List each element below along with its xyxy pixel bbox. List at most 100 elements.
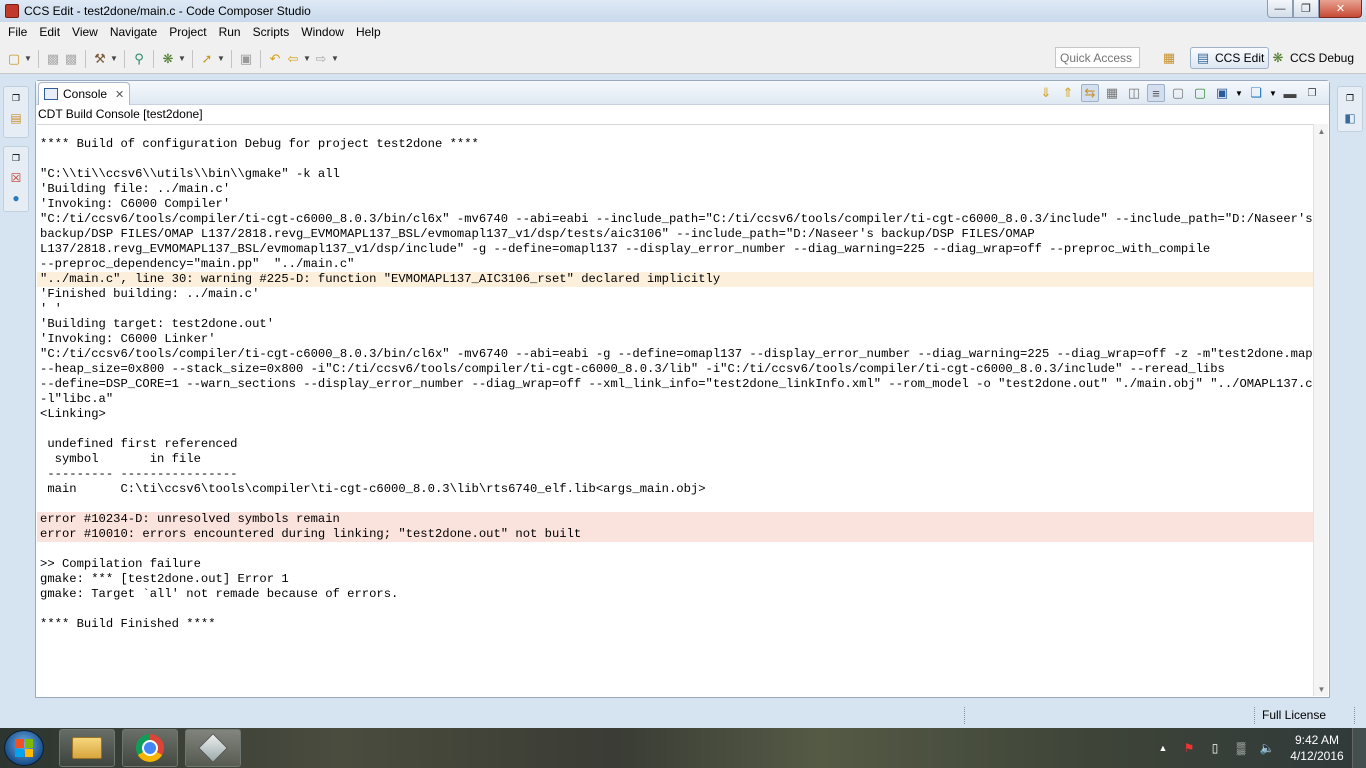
clock-date: 4/12/2016 <box>1290 749 1344 763</box>
back-arrow-icon[interactable]: ⇦ <box>285 51 301 67</box>
flash-icon[interactable]: ➚ <box>199 51 215 67</box>
volume-icon[interactable]: 🔈 <box>1259 740 1275 756</box>
globe-icon[interactable]: ● <box>8 190 24 206</box>
console-lines: **** Build of configuration Debug for pr… <box>37 137 1314 632</box>
scroll-up-icon[interactable]: ⇑ <box>1059 84 1077 102</box>
restore-icon[interactable]: ❐ <box>8 150 24 166</box>
toolbar-separator <box>124 50 125 68</box>
project-explorer-icon[interactable]: ▤ <box>8 110 24 126</box>
console-line: --heap_size=0x800 --stack_size=0x800 -i"… <box>40 362 1225 376</box>
save-all-icon[interactable]: ▩ <box>63 51 79 67</box>
console-line: "C:\\ti\\ccsv6\\utils\\bin\\gmake" -k al… <box>40 167 340 181</box>
taskbar-chrome-button[interactable] <box>122 729 178 767</box>
taskbar-clock[interactable]: 9:42 AM 4/12/2016 <box>1286 732 1348 764</box>
status-separator <box>1354 707 1356 724</box>
menu-scripts[interactable]: Scripts <box>247 22 296 42</box>
menu-navigate[interactable]: Navigate <box>104 22 163 42</box>
show-hidden-icons-icon[interactable]: ▲ <box>1155 740 1171 756</box>
save-icon[interactable]: ▩ <box>45 51 61 67</box>
ccs-app-icon[interactable] <box>5 4 19 18</box>
minimized-stack: ❐ ☒ ● <box>3 146 29 212</box>
toolbar-separator <box>192 50 193 68</box>
toggle-mark-icon[interactable]: ▣ <box>238 51 254 67</box>
display-console-icon[interactable]: ▣ <box>1213 84 1231 102</box>
perspective-ccs-edit[interactable]: ▤ CCS Edit <box>1190 47 1270 69</box>
new-dropdown-icon[interactable]: ▼ <box>24 51 32 67</box>
new-icon[interactable]: ▢ <box>6 51 22 67</box>
quick-access-input[interactable] <box>1055 47 1140 68</box>
minimize-view-icon[interactable]: ▬ <box>1281 84 1299 102</box>
flash-dropdown-icon[interactable]: ▼ <box>217 51 225 67</box>
build-dropdown-icon[interactable]: ▼ <box>110 51 118 67</box>
console-view: Console ✕ ⇓ ⇑ ⇆ ▦ ◫ ≡ ▢ ▢ ▣ ▼ ❏ ▼ ▬ ❐ CD… <box>35 80 1330 698</box>
console-line: **** Build Finished **** <box>40 617 216 631</box>
taskbar-explorer-button[interactable] <box>59 729 115 767</box>
console-line: "C:/ti/ccsv6/tools/compiler/ti-cgt-c6000… <box>40 347 1314 361</box>
open-console-icon[interactable]: ❏ <box>1247 84 1265 102</box>
menu-view[interactable]: View <box>66 22 104 42</box>
open-perspective-icon: ▦ <box>1162 50 1176 65</box>
toolbar-separator <box>38 50 39 68</box>
console-line: 'Invoking: C6000 Compiler' <box>40 197 231 211</box>
build-hammer-icon[interactable]: ⚒ <box>92 51 108 67</box>
menu-file[interactable]: File <box>2 22 33 42</box>
menu-window[interactable]: Window <box>295 22 350 42</box>
restore-icon[interactable]: ❐ <box>1342 90 1358 106</box>
start-button[interactable] <box>4 730 44 766</box>
outline-icon[interactable]: ◧ <box>1342 110 1358 126</box>
tab-console[interactable]: Console ✕ <box>38 82 130 105</box>
menu-edit[interactable]: Edit <box>33 22 66 42</box>
status-bar: Full License <box>0 704 1366 728</box>
console-toolbar: ⇓ ⇑ ⇆ ▦ ◫ ≡ ▢ ▢ ▣ ▼ ❏ ▼ ▬ ❐ <box>1037 84 1321 102</box>
maximize-view-icon[interactable]: ❐ <box>1303 84 1321 102</box>
restore-icon[interactable]: ❐ <box>8 90 24 106</box>
forward-dropdown-icon[interactable]: ▼ <box>331 51 339 67</box>
scroll-down-icon[interactable]: ⇓ <box>1037 84 1055 102</box>
folder-icon <box>72 737 102 759</box>
debug-dropdown-icon[interactable]: ▼ <box>178 51 186 67</box>
search-icon[interactable]: ⚲ <box>131 51 147 67</box>
display-console-dropdown-icon[interactable]: ▼ <box>1235 84 1243 102</box>
show-desktop-button[interactable] <box>1352 728 1366 768</box>
pin-console-icon[interactable]: ▢ <box>1191 84 1209 102</box>
menu-run[interactable]: Run <box>213 22 247 42</box>
console-line: gmake: *** [test2done.out] Error 1 <box>40 572 289 586</box>
scroll-lock-icon[interactable]: ▦ <box>1103 84 1121 102</box>
minimize-button[interactable]: — <box>1267 0 1293 18</box>
scroll-down-arrow-icon[interactable]: ▼ <box>1314 682 1329 696</box>
link-icon[interactable]: ⇆ <box>1081 84 1099 102</box>
console-line: "C:/ti/ccsv6/tools/compiler/ti-cgt-c6000… <box>40 212 1313 226</box>
menu-help[interactable]: Help <box>350 22 387 42</box>
windows-logo-icon <box>15 739 33 757</box>
console-line: ' ' <box>40 302 62 316</box>
network-signal-icon[interactable]: ▒ <box>1233 740 1249 756</box>
console-line: undefined first referenced <box>40 437 238 451</box>
open-perspective-button[interactable]: ▦ <box>1157 47 1185 69</box>
perspective-label: CCS Edit <box>1215 51 1265 65</box>
menu-project[interactable]: Project <box>163 22 212 42</box>
close-button[interactable]: ✕ <box>1319 0 1362 18</box>
clear-console-icon[interactable]: ▢ <box>1169 84 1187 102</box>
scroll-up-arrow-icon[interactable]: ▲ <box>1314 124 1329 138</box>
debug-bug-icon[interactable]: ❋ <box>160 51 176 67</box>
open-console-dropdown-icon[interactable]: ▼ <box>1269 84 1277 102</box>
vertical-scrollbar[interactable]: ▲ ▼ <box>1313 124 1328 696</box>
taskbar-ccs-button[interactable] <box>185 729 241 767</box>
toolbar-separator <box>85 50 86 68</box>
console-output[interactable]: **** Build of configuration Debug for pr… <box>37 124 1314 696</box>
problems-icon[interactable]: ☒ <box>8 170 24 186</box>
close-icon[interactable]: ✕ <box>115 88 124 101</box>
toolbar-separator <box>260 50 261 68</box>
windows-taskbar: ▲ ⚑ ▯ ▒ 🔈 9:42 AM 4/12/2016 <box>0 728 1366 768</box>
maximize-button[interactable]: ❐ <box>1293 0 1319 18</box>
perspective-ccs-debug[interactable]: ❋ CCS Debug <box>1266 47 1358 69</box>
last-edit-icon[interactable]: ↶ <box>267 51 283 67</box>
console-line: gmake: Target `all' not remade because o… <box>40 587 399 601</box>
action-center-flag-icon[interactable]: ⚑ <box>1181 740 1197 756</box>
battery-icon[interactable]: ▯ <box>1207 740 1223 756</box>
copy-build-log-icon[interactable]: ◫ <box>1125 84 1143 102</box>
back-dropdown-icon[interactable]: ▼ <box>303 51 311 67</box>
forward-arrow-icon[interactable]: ⇨ <box>313 51 329 67</box>
word-wrap-icon[interactable]: ≡ <box>1147 84 1165 102</box>
